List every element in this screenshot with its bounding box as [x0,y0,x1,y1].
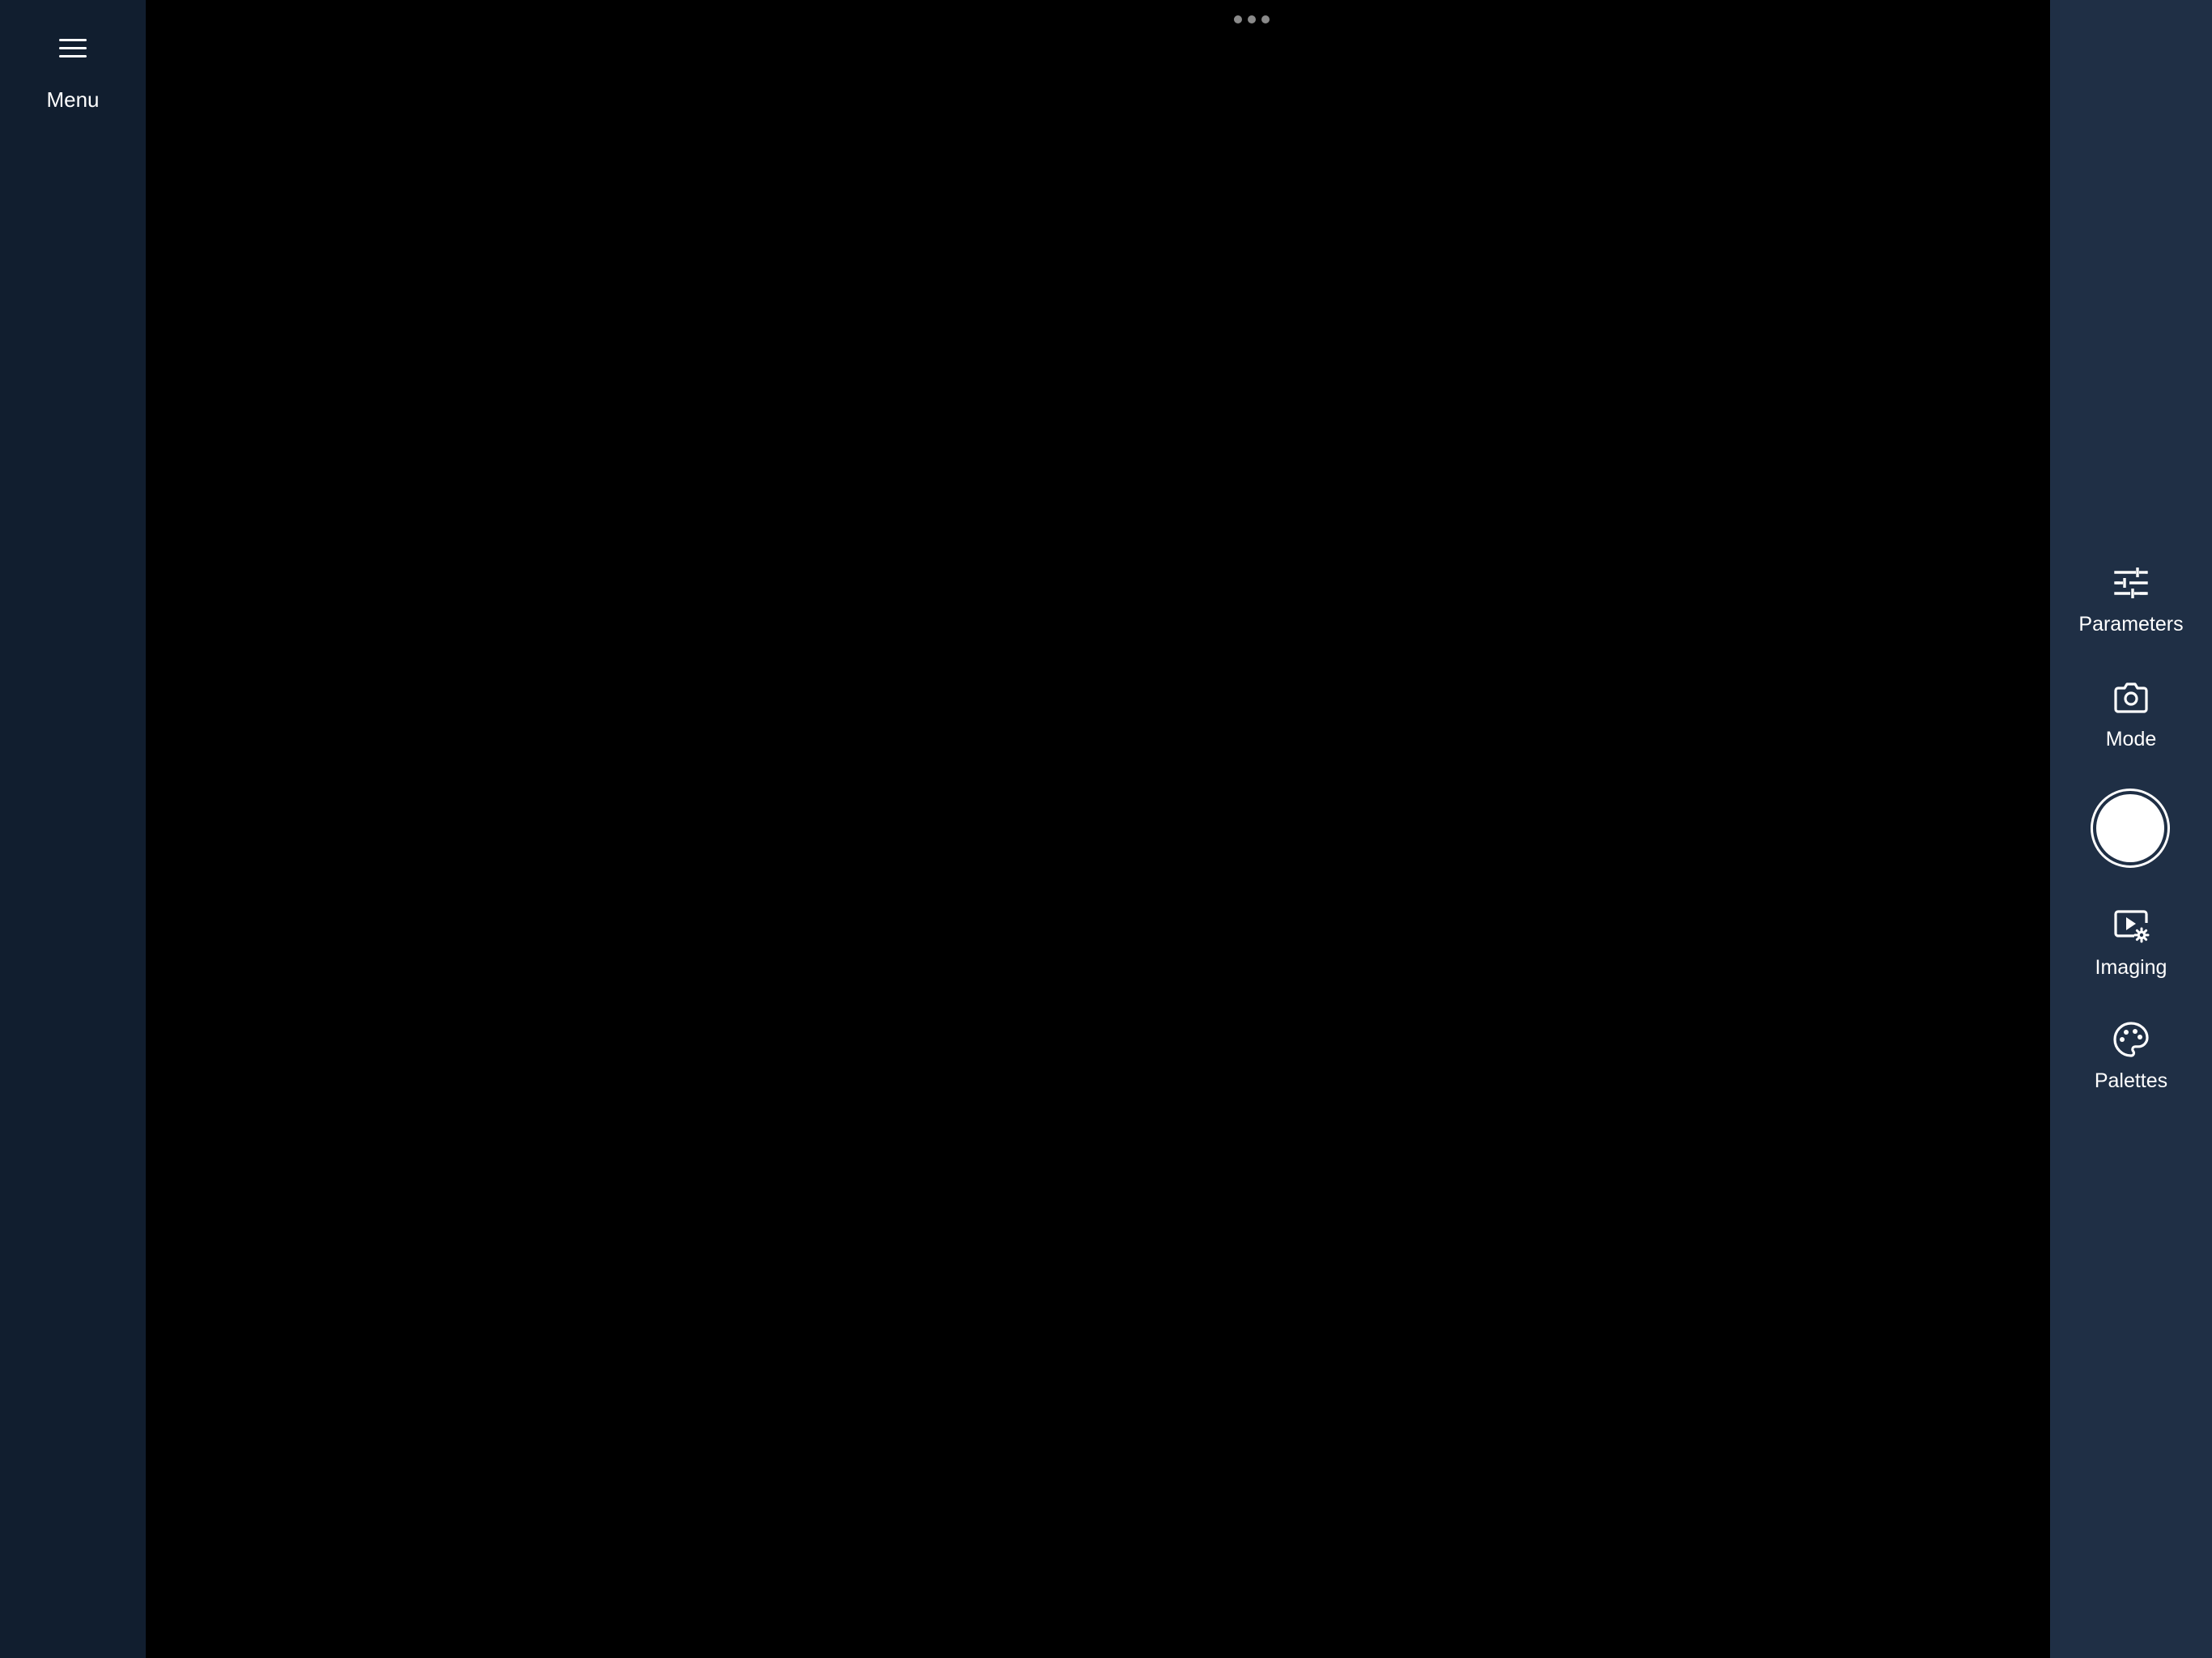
camera-viewport[interactable] [146,0,2050,1658]
imaging-button[interactable]: Imaging [2050,907,2212,980]
parameters-label: Parameters [2078,613,2184,636]
ellipsis-dot [1234,15,1242,23]
palettes-button[interactable]: Palettes [2050,1020,2212,1093]
ellipsis-icon[interactable] [1234,13,1270,26]
palettes-label: Palettes [2094,1069,2168,1092]
mode-label: Mode [2105,728,2157,750]
imaging-label: Imaging [2095,956,2167,979]
left-sidebar: Menu [0,0,146,1658]
parameters-button[interactable]: Parameters [2050,563,2212,636]
ellipsis-dot [1261,15,1270,23]
sliders-icon [2114,567,2148,599]
menu-button[interactable]: Menu [0,16,146,130]
menu-label: Menu [46,87,100,112]
hamburger-icon [59,39,87,57]
palette-icon [2113,1022,2149,1057]
right-sidebar: Parameters Mode Imaging Palettes [2050,0,2212,1658]
video-settings-icon [2114,910,2150,943]
mode-button[interactable]: Mode [2050,678,2212,751]
ellipsis-dot [1248,15,1256,23]
shutter-button-inner [2096,794,2164,862]
camera-icon [2114,682,2148,713]
app-root: Menu Parameters Mode Imaging Palettes [0,0,2212,1658]
shutter-button[interactable] [2091,789,2170,868]
